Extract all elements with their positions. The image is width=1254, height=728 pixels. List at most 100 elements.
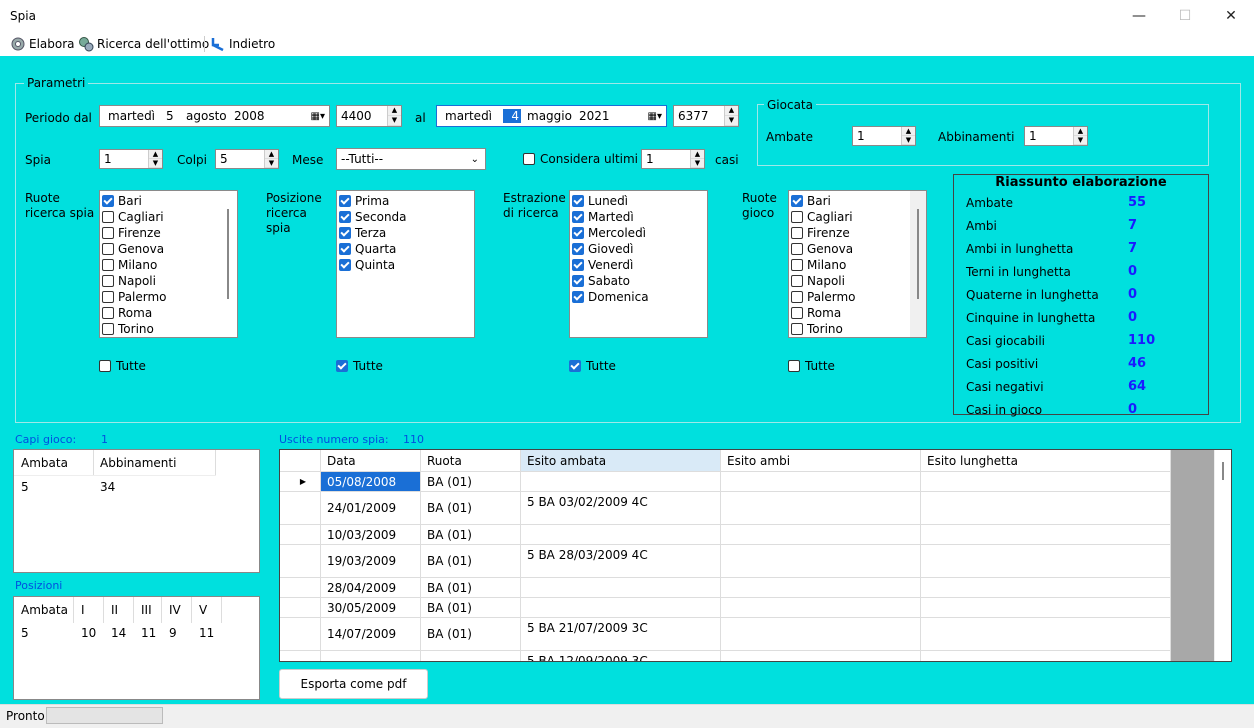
row-header[interactable] xyxy=(280,545,321,577)
row-header[interactable] xyxy=(280,525,321,544)
mese-select[interactable]: --Tutti-- ⌄ xyxy=(336,148,486,170)
cell-esito-ambata[interactable] xyxy=(521,578,721,597)
cell-data[interactable]: 05/08/2008 xyxy=(321,472,421,491)
checkbox[interactable] xyxy=(102,195,114,207)
cell-data[interactable]: 24/01/2009 xyxy=(321,492,421,524)
cell-esito-ambata[interactable]: 5 BA 21/07/2009 3C xyxy=(521,618,721,650)
cell-esito-ambi[interactable] xyxy=(721,472,921,491)
cell-esito-lunghetta[interactable] xyxy=(921,492,1171,524)
date-to-day[interactable]: 4 xyxy=(503,109,521,123)
checkbox[interactable] xyxy=(102,291,114,303)
checkbox[interactable] xyxy=(102,243,114,255)
list-item-cagliari[interactable]: Cagliari xyxy=(100,209,237,225)
cell-esito-ambata[interactable] xyxy=(521,598,721,617)
checkbox[interactable] xyxy=(102,323,114,335)
cell-data[interactable]: 14/07/2009 xyxy=(321,618,421,650)
considera-checkbox[interactable]: Considera ultimi xyxy=(523,152,638,166)
elabora-button[interactable]: Elabora xyxy=(10,35,75,53)
cell-data[interactable]: 28/04/2009 xyxy=(321,578,421,597)
list-item-roma[interactable]: Roma xyxy=(100,305,237,321)
cell-esito-lunghetta[interactable] xyxy=(921,472,1171,491)
grid-row[interactable]: ▶ 05/08/2008 BA (01) xyxy=(280,472,1171,492)
grid-row[interactable]: 5 BA 12/09/2009 3C xyxy=(280,651,1171,661)
checkbox[interactable] xyxy=(791,211,803,223)
cell-esito-ambi[interactable] xyxy=(721,525,921,544)
checkbox[interactable] xyxy=(102,227,114,239)
spin-up-icon[interactable]: ▲ xyxy=(691,150,704,159)
ruote-gioco-list[interactable]: Bari Cagliari Firenze Genova Milano Napoli Pal… xyxy=(788,190,927,338)
cell-data[interactable]: 30/05/2009 xyxy=(321,598,421,617)
cell-esito-ambata[interactable]: 5 BA 12/09/2009 3C xyxy=(521,651,721,661)
cell-esito-ambata[interactable]: 5 BA 28/03/2009 4C xyxy=(521,545,721,577)
spin-down-icon[interactable]: ▼ xyxy=(902,136,915,145)
cell-ruota[interactable]: BA (01) xyxy=(421,472,521,491)
row-header[interactable]: ▶ xyxy=(280,472,321,491)
list-item-roma[interactable]: Roma xyxy=(789,305,926,321)
cell-esito-ambi[interactable] xyxy=(721,545,921,577)
grid-row[interactable]: 28/04/2009 BA (01) xyxy=(280,578,1171,598)
cell-ruota[interactable]: BA (01) xyxy=(421,492,521,524)
tutte-ruote-ricerca[interactable]: Tutte xyxy=(99,359,146,373)
list-item-napoli[interactable]: Napoli xyxy=(100,273,237,289)
cell-esito-ambi[interactable] xyxy=(721,598,921,617)
cell-esito-lunghetta[interactable] xyxy=(921,545,1171,577)
cell-ruota[interactable]: BA (01) xyxy=(421,525,521,544)
checkbox[interactable] xyxy=(791,259,803,271)
colpi-stepper[interactable]: 5 ▲ ▼ xyxy=(215,149,279,169)
row-header[interactable] xyxy=(280,578,321,597)
grid-scrollbar-thumb[interactable] xyxy=(1222,462,1224,480)
posizioni-list[interactable]: Prima Seconda Terza Quarta Quinta xyxy=(336,190,475,338)
row-header[interactable] xyxy=(280,651,321,661)
checkbox[interactable] xyxy=(791,291,803,303)
num-from-stepper[interactable]: 4400 ▲ ▼ xyxy=(336,105,402,127)
ambate-stepper[interactable]: 1 ▲ ▼ xyxy=(852,126,916,146)
checkbox[interactable] xyxy=(791,227,803,239)
list-item-genova[interactable]: Genova xyxy=(100,241,237,257)
num-to-stepper[interactable]: 6377 ▲ ▼ xyxy=(673,105,739,127)
cell-esito-lunghetta[interactable] xyxy=(921,578,1171,597)
list-item-napoli[interactable]: Napoli xyxy=(789,273,926,289)
tutte-checkbox[interactable] xyxy=(788,360,800,372)
ricerca-ottimo-button[interactable]: Ricerca dell'ottimo xyxy=(78,35,209,53)
checkbox[interactable] xyxy=(102,307,114,319)
cell-esito-ambata[interactable]: 5 BA 03/02/2009 4C xyxy=(521,492,721,524)
checkbox[interactable] xyxy=(572,275,584,287)
cell-ruota[interactable]: BA (01) xyxy=(421,578,521,597)
date-from-picker[interactable]: martedì 5 agosto 2008 ▦▾ xyxy=(99,105,330,127)
minimize-button[interactable]: — xyxy=(1116,0,1162,32)
spin-up-icon[interactable]: ▲ xyxy=(902,127,915,136)
cell-data[interactable]: 19/03/2009 xyxy=(321,545,421,577)
spia-stepper[interactable]: 1 ▲ ▼ xyxy=(99,149,163,169)
cell-esito-lunghetta[interactable] xyxy=(921,598,1171,617)
checkbox[interactable] xyxy=(791,275,803,287)
checkbox[interactable] xyxy=(572,259,584,271)
scrollbar-thumb[interactable] xyxy=(917,209,919,299)
list-item-palermo[interactable]: Palermo xyxy=(789,289,926,305)
list-item-cagliari[interactable]: Cagliari xyxy=(789,209,926,225)
cell-esito-ambi[interactable] xyxy=(721,492,921,524)
list-item-prima[interactable]: Prima xyxy=(337,193,474,209)
spin-down-icon[interactable]: ▼ xyxy=(265,159,278,168)
spin-down-icon[interactable]: ▼ xyxy=(1074,136,1087,145)
checkbox[interactable] xyxy=(339,259,351,271)
cell-esito-ambi[interactable] xyxy=(721,618,921,650)
list-item-bari[interactable]: Bari xyxy=(100,193,237,209)
list-item-domenica[interactable]: Domenica xyxy=(570,289,707,305)
spin-up-icon[interactable]: ▲ xyxy=(388,106,401,116)
list-item-torino[interactable]: Torino xyxy=(100,321,237,337)
list-item-terza[interactable]: Terza xyxy=(337,225,474,241)
checkbox[interactable] xyxy=(572,291,584,303)
cell-data[interactable] xyxy=(321,651,421,661)
maximize-button[interactable]: ☐ xyxy=(1162,0,1208,32)
list-item-firenze[interactable]: Firenze xyxy=(789,225,926,241)
checkbox[interactable] xyxy=(102,211,114,223)
list-item-sabato[interactable]: Sabato xyxy=(570,273,707,289)
spin-down-icon[interactable]: ▼ xyxy=(725,116,738,126)
list-item-mercoledì[interactable]: Mercoledì xyxy=(570,225,707,241)
ruote-ricerca-list[interactable]: Bari Cagliari Firenze Genova Milano Napoli Pal… xyxy=(99,190,238,338)
checkbox[interactable] xyxy=(339,211,351,223)
tutte-checkbox[interactable] xyxy=(336,360,348,372)
checkbox[interactable] xyxy=(102,259,114,271)
spin-up-icon[interactable]: ▲ xyxy=(725,106,738,116)
cell-ruota[interactable] xyxy=(421,651,521,661)
